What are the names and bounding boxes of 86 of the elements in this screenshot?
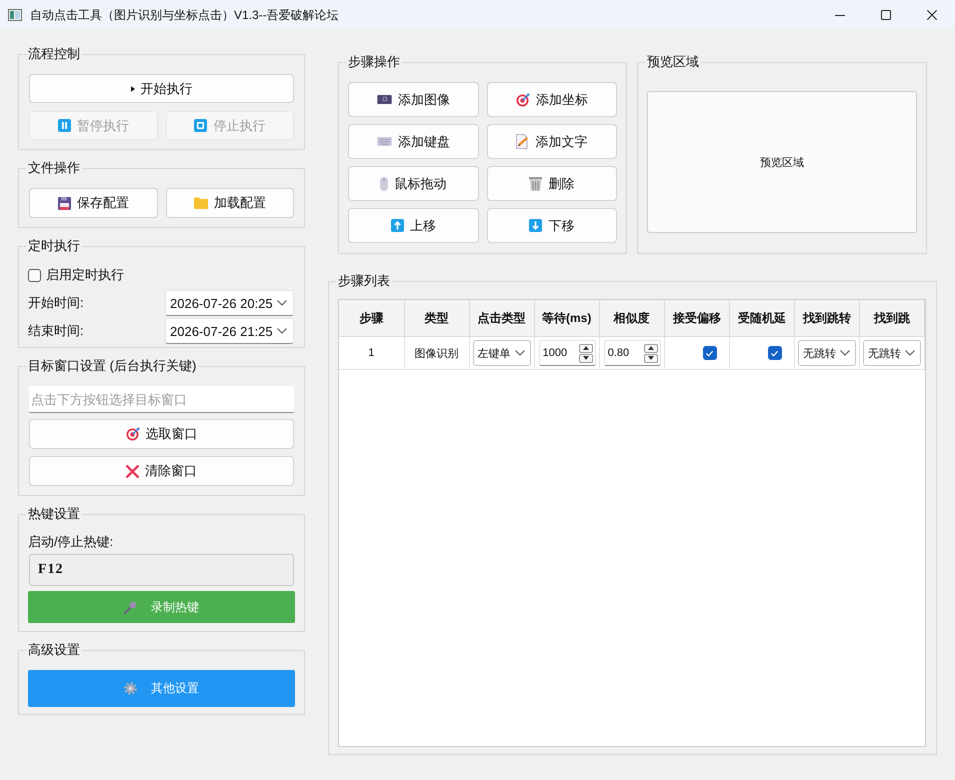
dropdown[interactable]: 无跳转	[862, 340, 921, 366]
triangle-down-icon	[582, 356, 589, 360]
column-header: 点击类型	[478, 310, 526, 324]
chevron-down-icon	[277, 328, 287, 334]
stop-icon	[194, 119, 208, 132]
spin-field[interactable]: 0.80	[604, 340, 661, 366]
table-cell: 1	[368, 347, 374, 359]
add-text-button[interactable]: 添加文字	[486, 124, 617, 159]
up-arrow-icon	[390, 219, 404, 232]
chevron-down-icon	[277, 300, 287, 306]
column-header: 步骤	[359, 310, 384, 324]
x-mark-icon	[126, 464, 139, 478]
chevron-down-icon	[514, 350, 525, 356]
group-title: 定时执行	[27, 238, 81, 254]
move-up-button[interactable]: 上移	[348, 208, 478, 243]
group-title: 步骤操作	[347, 54, 401, 70]
mouse-drag-button[interactable]: 鼠标拖动	[348, 166, 478, 201]
column-header: 类型	[424, 310, 449, 324]
triangle-up-icon	[648, 346, 654, 350]
target-window-field[interactable]: 点击下方按钮选择目标窗口	[29, 386, 294, 413]
folder-icon	[194, 197, 208, 209]
app-window-icon	[8, 9, 22, 21]
spin-up-button[interactable]	[578, 344, 593, 352]
chevron-down-icon	[840, 350, 850, 356]
target-icon	[126, 427, 140, 441]
dropdown[interactable]: 无跳转	[798, 340, 856, 366]
group-title: 目标窗口设置 (后台执行关键)	[27, 358, 198, 374]
add-image-button[interactable]: 添加图像	[348, 82, 478, 117]
column-header: 等待(ms)	[542, 310, 592, 324]
target-icon	[516, 92, 530, 106]
column-header: 相似度	[614, 310, 650, 324]
group-title: 文件操作	[27, 160, 81, 176]
clear-window-button[interactable]: 清除窗口	[29, 456, 294, 486]
start-time-field[interactable]: 2026-07-26 20:25	[165, 290, 294, 316]
group-title: 高级设置	[27, 642, 81, 658]
start-button[interactable]: 开始执行	[29, 74, 294, 103]
close-icon	[927, 10, 937, 20]
column-header: 找到跳	[874, 310, 910, 324]
load-config-button[interactable]: 加载配置	[166, 188, 294, 218]
checkmark-icon	[705, 348, 714, 358]
triangle-down-icon	[648, 356, 654, 360]
column-header: 接受偏移	[672, 310, 721, 324]
play-icon	[130, 86, 134, 92]
start-time-label: 开始时间:	[28, 294, 84, 312]
checkmark-icon	[770, 348, 780, 358]
checkbox[interactable]	[702, 346, 717, 360]
move-down-button[interactable]: 下移	[486, 208, 617, 243]
group-title: 流程控制	[27, 46, 81, 62]
column-header: 找到跳转	[802, 310, 851, 324]
spin-down-button[interactable]	[578, 354, 593, 362]
select-window-button[interactable]: 选取窗口	[29, 419, 294, 449]
save-config-button[interactable]: 保存配置	[29, 188, 158, 218]
preview-area: 预览区域	[647, 91, 917, 233]
spin-up-button[interactable]	[644, 344, 658, 352]
document-pencil-icon	[516, 134, 530, 149]
checkbox-label[interactable]: 启用定时执行	[46, 266, 124, 284]
group-title: 热键设置	[27, 506, 81, 522]
trash-can-icon	[529, 176, 542, 190]
minimize-icon	[835, 14, 845, 16]
keyboard-icon	[376, 137, 392, 146]
add-coordinate-button[interactable]: 添加坐标	[486, 82, 617, 117]
down-arrow-icon	[529, 219, 542, 232]
spin-down-button[interactable]	[644, 354, 658, 362]
table-cell: 图像识别	[414, 348, 459, 360]
group-title: 预览区域	[646, 54, 700, 70]
gear-icon	[124, 682, 137, 695]
delete-button[interactable]: 删除	[486, 166, 617, 201]
microphone-icon	[124, 600, 137, 614]
pause-icon	[58, 119, 71, 132]
add-keyboard-button[interactable]: 添加键盘	[348, 124, 478, 159]
maximize-icon	[881, 10, 891, 20]
mouse-icon	[380, 176, 388, 190]
picture-icon	[376, 95, 392, 104]
group-title: 步骤列表	[337, 273, 391, 289]
chevron-down-icon	[905, 350, 915, 356]
triangle-up-icon	[582, 346, 589, 350]
hotkey-field[interactable]: F12	[29, 554, 294, 586]
dropdown[interactable]: 左键单	[472, 340, 531, 366]
hotkey-label: 启动/停止热键:	[28, 534, 114, 550]
checkbox[interactable]	[28, 268, 41, 282]
spin-field[interactable]: 1000	[538, 340, 596, 366]
column-header: 受随机延	[738, 310, 786, 324]
end-time-label: 结束时间:	[28, 322, 84, 340]
window-title: 自动点击工具（图片识别与坐标点击）V1.3--吾爱破解论坛	[30, 6, 339, 24]
checkbox[interactable]	[768, 346, 782, 360]
end-time-field[interactable]: 2026-07-26 21:25	[165, 318, 294, 344]
